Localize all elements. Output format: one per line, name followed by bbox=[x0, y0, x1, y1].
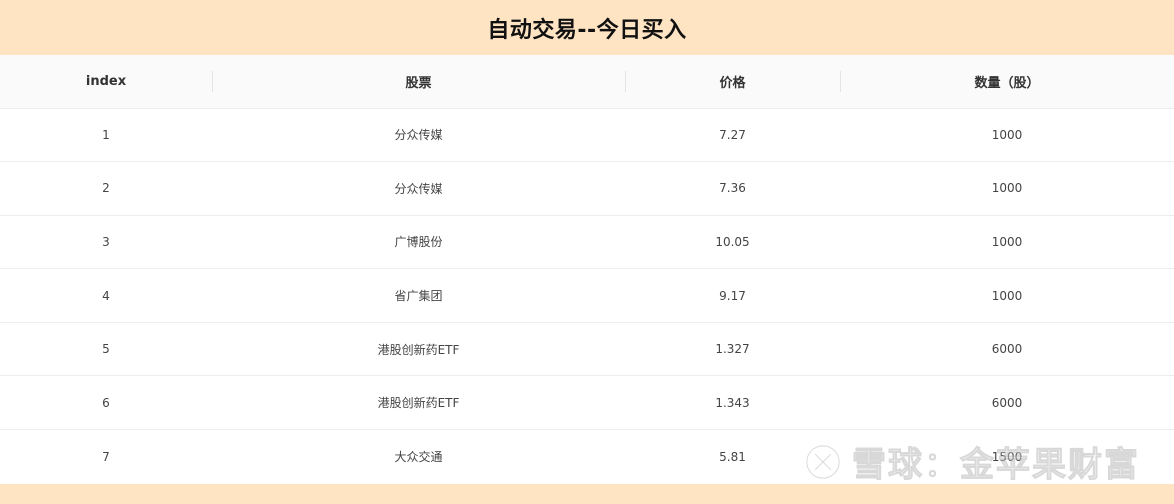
table-row[interactable]: 6 港股创新药ETF 1.343 6000 bbox=[0, 375, 1174, 431]
table-row[interactable]: 7 大众交通 5.81 1500 bbox=[0, 430, 1174, 484]
cell-index: 5 bbox=[0, 322, 212, 377]
cell-index: 2 bbox=[0, 161, 212, 216]
table-row[interactable]: 5 港股创新药ETF 1.327 6000 bbox=[0, 322, 1174, 377]
cell-index: 7 bbox=[102, 449, 110, 464]
cell-price: 7.27 bbox=[625, 108, 840, 163]
table-row[interactable]: 4 省广集团 9.17 1000 bbox=[0, 268, 1174, 323]
cell-index: 3 bbox=[0, 215, 212, 270]
cell-quantity: 1000 bbox=[840, 161, 1174, 216]
cell-stock: 大众交通 bbox=[394, 450, 443, 465]
trade-table-container: index 股票 价格 数量（股） 1 分众传媒 7.27 1000 2 分众传… bbox=[0, 55, 1174, 484]
cell-stock: 省广集团 bbox=[212, 268, 625, 323]
column-header-stock[interactable]: 股票 bbox=[212, 55, 625, 109]
cell-price: 7.36 bbox=[625, 161, 840, 216]
trade-table: index 股票 价格 数量（股） 1 分众传媒 7.27 1000 2 分众传… bbox=[0, 55, 1174, 483]
column-header-price[interactable]: 价格 bbox=[625, 55, 840, 109]
cell-quantity: 1000 bbox=[840, 268, 1174, 323]
cell-index: 4 bbox=[0, 268, 212, 323]
cell-quantity: 6000 bbox=[840, 375, 1174, 431]
cell-stock: 广博股份 bbox=[212, 215, 625, 270]
cell-price: 10.05 bbox=[625, 215, 840, 270]
cell-stock: 分众传媒 bbox=[212, 161, 625, 216]
cell-quantity: 6000 bbox=[840, 322, 1174, 377]
cell-index: 6 bbox=[0, 375, 212, 431]
cell-stock: 港股创新药ETF bbox=[212, 375, 625, 431]
cell-stock: 分众传媒 bbox=[212, 108, 625, 163]
column-header-quantity[interactable]: 数量（股） bbox=[840, 55, 1174, 109]
cell-price: 9.17 bbox=[625, 268, 840, 323]
cell-quantity: 1000 bbox=[840, 108, 1174, 163]
cell-price: 1.343 bbox=[625, 375, 840, 431]
table-row[interactable]: 2 分众传媒 7.36 1000 bbox=[0, 161, 1174, 216]
cell-price: 5.81 bbox=[719, 449, 746, 464]
table-row[interactable]: 1 分众传媒 7.27 1000 bbox=[0, 108, 1174, 163]
bottom-band bbox=[0, 484, 1174, 504]
cell-index: 1 bbox=[0, 108, 212, 163]
table-header-row: index 股票 价格 数量（股） bbox=[0, 55, 1174, 109]
page-title: 自动交易--今日买入 bbox=[487, 17, 687, 43]
cell-stock: 港股创新药ETF bbox=[212, 322, 625, 377]
title-bar: 自动交易--今日买入 bbox=[0, 0, 1174, 55]
table-row[interactable]: 3 广博股份 10.05 1000 bbox=[0, 215, 1174, 270]
cell-quantity: 1000 bbox=[840, 215, 1174, 270]
cell-quantity: 1500 bbox=[991, 449, 1023, 464]
cell-price: 1.327 bbox=[625, 322, 840, 377]
column-header-index[interactable]: index bbox=[0, 55, 212, 109]
